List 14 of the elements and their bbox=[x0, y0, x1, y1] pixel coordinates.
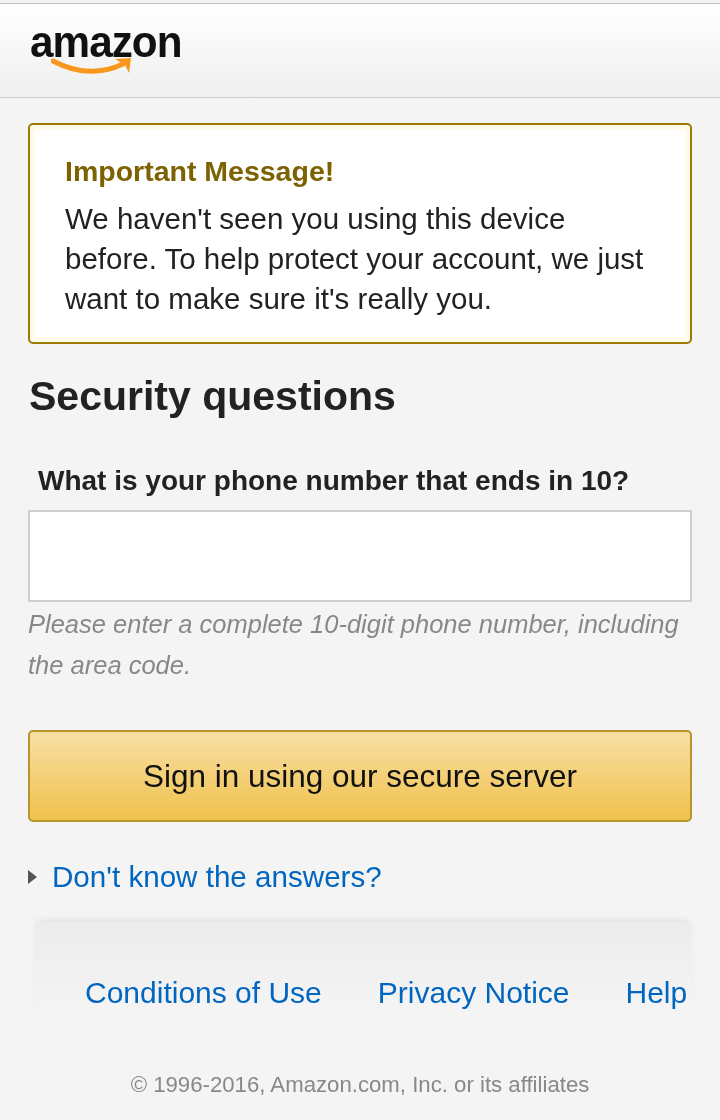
answer-input-field[interactable] bbox=[28, 510, 692, 602]
logo-wordmark[interactable]: amazon bbox=[30, 22, 182, 62]
footer-link[interactable]: Privacy Notice bbox=[377, 975, 570, 1011]
question-label: What is your phone number that ends in 10? bbox=[38, 464, 631, 498]
copyright-text: © 1996-2016, Amazon.com, Inc. or its affiliates bbox=[130, 1071, 590, 1099]
footer-link[interactable]: Conditions of Use bbox=[85, 975, 322, 1011]
alert-title: Important Message! bbox=[65, 154, 336, 188]
sign-in-button[interactable]: Sign in using our secure server bbox=[28, 730, 692, 822]
alert-message: We haven't seen you using this device before. To help protect your account, we just want to make sure it's really you. bbox=[65, 201, 645, 317]
caret-icon[interactable] bbox=[28, 870, 37, 884]
disclosure-link[interactable]: Don't know the answers? bbox=[52, 859, 382, 895]
field-hint: Please enter a complete 10-digit phone number, including the area code. bbox=[28, 609, 680, 681]
page-heading: Security questions bbox=[29, 372, 397, 420]
footer-link[interactable]: Help bbox=[625, 975, 688, 1011]
